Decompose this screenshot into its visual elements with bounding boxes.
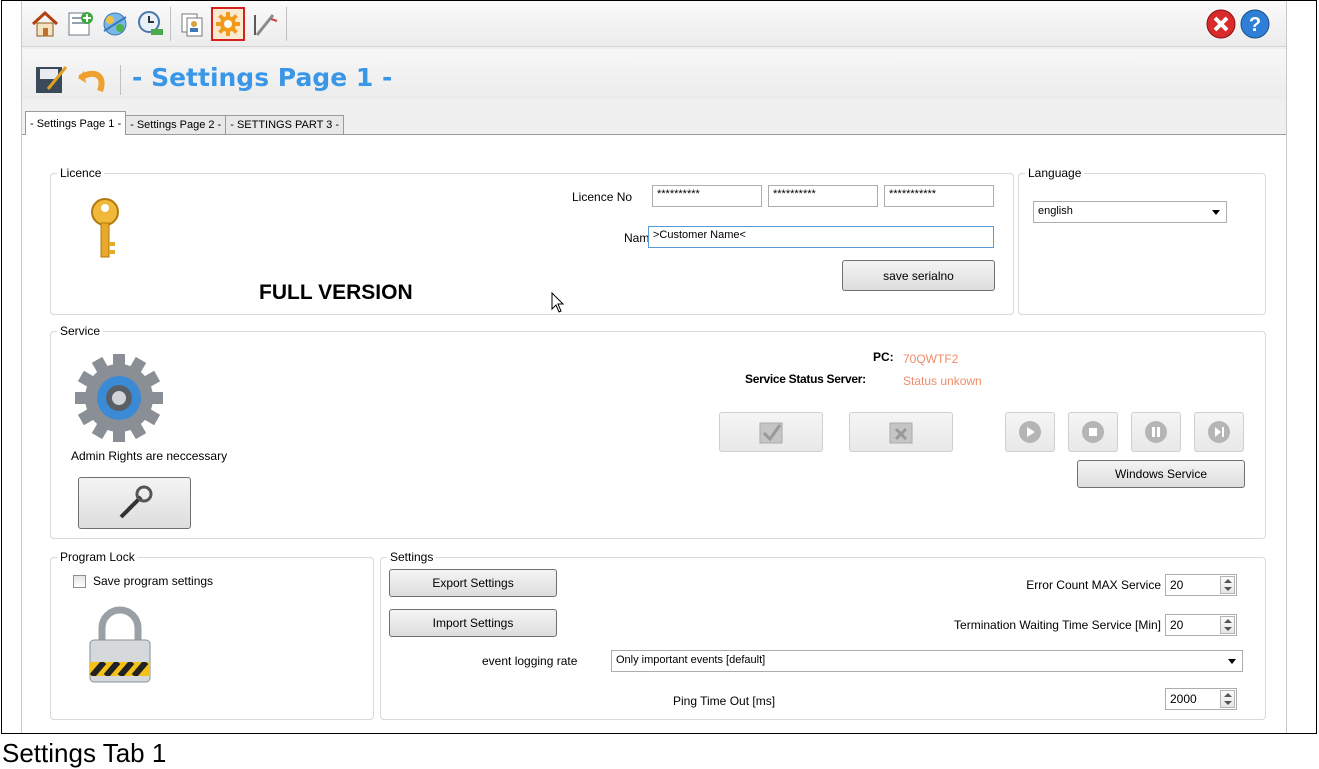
toolbar-separator	[286, 7, 287, 41]
undo-icon[interactable]	[74, 63, 108, 97]
licence-no-field-2[interactable]: **********	[768, 185, 878, 207]
chevron-down-icon	[1212, 210, 1220, 215]
language-selected-value: english	[1038, 205, 1073, 217]
settings-tabstrip: - Settings Page 1 - - Settings Page 2 - …	[25, 111, 345, 135]
pause-icon	[1145, 421, 1167, 443]
close-icon[interactable]	[1204, 7, 1238, 41]
settings-group: Settings Export Settings Import Settings…	[380, 550, 1266, 720]
chevron-down-icon	[1228, 659, 1236, 664]
admin-tools-button[interactable]	[78, 477, 191, 529]
licence-legend: Licence	[57, 166, 105, 180]
save-serialno-button[interactable]: save serialno	[842, 260, 995, 291]
toolbar-separator	[170, 7, 171, 41]
licence-group: Licence FULL VERSION Licence No ********…	[50, 166, 1014, 317]
event-logging-label: event logging rate	[482, 654, 578, 668]
ping-timeout-spinner[interactable]: 2000	[1165, 688, 1237, 710]
svg-text:?: ?	[1249, 14, 1261, 36]
language-legend: Language	[1025, 166, 1085, 180]
spinner-arrows-icon[interactable]	[1220, 616, 1235, 634]
admin-rights-text: Admin Rights are neccessary	[71, 449, 228, 463]
error-count-value: 20	[1170, 578, 1184, 592]
event-logging-value: Only important events [default]	[616, 654, 766, 666]
language-group: Language english	[1018, 166, 1266, 315]
help-icon[interactable]: ?	[1238, 7, 1272, 41]
install-service-button[interactable]	[719, 412, 823, 452]
spinner-arrows-icon[interactable]	[1220, 576, 1235, 594]
export-settings-button[interactable]: Export Settings	[389, 569, 557, 597]
service-status-label: Service Status Server:	[745, 372, 866, 386]
mouse-cursor-icon	[551, 291, 565, 317]
save-program-settings-checkbox[interactable]	[73, 575, 86, 588]
stop-service-button[interactable]	[1068, 412, 1118, 452]
save-program-settings-label: Save program settings	[93, 574, 214, 588]
figure-caption: Settings Tab 1	[2, 738, 167, 768]
network-icon[interactable]	[98, 7, 132, 41]
licence-no-field-3[interactable]: ***********	[884, 185, 994, 207]
termination-time-label: Termination Waiting Time Service [Min]	[954, 618, 1161, 632]
home-icon[interactable]	[28, 7, 62, 41]
licence-no-field-1[interactable]: **********	[652, 185, 762, 207]
program-lock-group: Program Lock Save program settings	[50, 550, 374, 720]
start-service-button[interactable]	[1005, 412, 1055, 452]
play-icon	[1019, 421, 1041, 443]
uninstall-service-button[interactable]	[849, 412, 953, 452]
header-separator	[120, 65, 121, 95]
service-group: Service Admin Rights are neccessary PC: …	[50, 324, 1266, 539]
edit-brush-icon[interactable]	[249, 7, 283, 41]
termination-time-spinner[interactable]: 20	[1165, 614, 1237, 636]
service-gear-icon	[71, 350, 167, 449]
ping-timeout-value: 2000	[1170, 692, 1197, 706]
ping-timeout-label: Ping Time Out [ms]	[673, 694, 776, 708]
application-window: ? - Settings Page 1 - - Settings Page 1 …	[21, 1, 1287, 733]
tab-settings-page-2[interactable]: - Settings Page 2 -	[125, 115, 227, 135]
version-text: FULL VERSION	[259, 281, 413, 304]
skip-icon	[1208, 421, 1230, 443]
service-legend: Service	[57, 324, 104, 338]
stop-icon	[1082, 421, 1104, 443]
wrench-icon	[119, 485, 152, 519]
save-icon[interactable]	[34, 63, 68, 97]
licence-no-label: Licence No	[572, 190, 633, 204]
import-settings-button[interactable]: Import Settings	[389, 609, 557, 637]
windows-service-button[interactable]: Windows Service	[1077, 460, 1245, 488]
spinner-arrows-icon[interactable]	[1220, 690, 1235, 708]
page-title: - Settings Page 1 -	[132, 63, 393, 92]
key-icon	[87, 196, 123, 269]
padlock-icon	[84, 606, 156, 689]
service-status-value: Status unkown	[903, 374, 982, 388]
new-document-icon[interactable]	[63, 7, 97, 41]
install-service-icon	[759, 422, 783, 444]
pc-value: 70QWTF2	[903, 352, 959, 366]
uninstall-service-icon	[889, 422, 913, 444]
schedule-icon[interactable]	[133, 7, 167, 41]
settings-legend: Settings	[387, 550, 437, 564]
tab-content: Licence FULL VERSION Licence No ********…	[22, 135, 1286, 733]
tab-settings-part-3[interactable]: - SETTINGS PART 3 -	[225, 115, 345, 135]
language-select[interactable]: english	[1033, 201, 1227, 223]
event-logging-select[interactable]: Only important events [default]	[611, 650, 1243, 672]
error-count-spinner[interactable]: 20	[1165, 574, 1237, 596]
program-lock-legend: Program Lock	[57, 550, 138, 564]
pc-label: PC:	[873, 350, 894, 364]
resume-service-button[interactable]	[1194, 412, 1244, 452]
error-count-label: Error Count MAX Service	[1026, 578, 1161, 592]
customer-name-field[interactable]: >Customer Name<	[648, 226, 994, 248]
screenshot-frame: ? - Settings Page 1 - - Settings Page 1 …	[1, 0, 1317, 734]
pause-service-button[interactable]	[1131, 412, 1181, 452]
tab-settings-page-1[interactable]: - Settings Page 1 -	[25, 111, 127, 135]
copy-user-icon[interactable]	[175, 7, 209, 41]
main-toolbar: ?	[22, 1, 1286, 47]
settings-gear-icon[interactable]	[211, 7, 245, 41]
termination-time-value: 20	[1170, 618, 1184, 632]
